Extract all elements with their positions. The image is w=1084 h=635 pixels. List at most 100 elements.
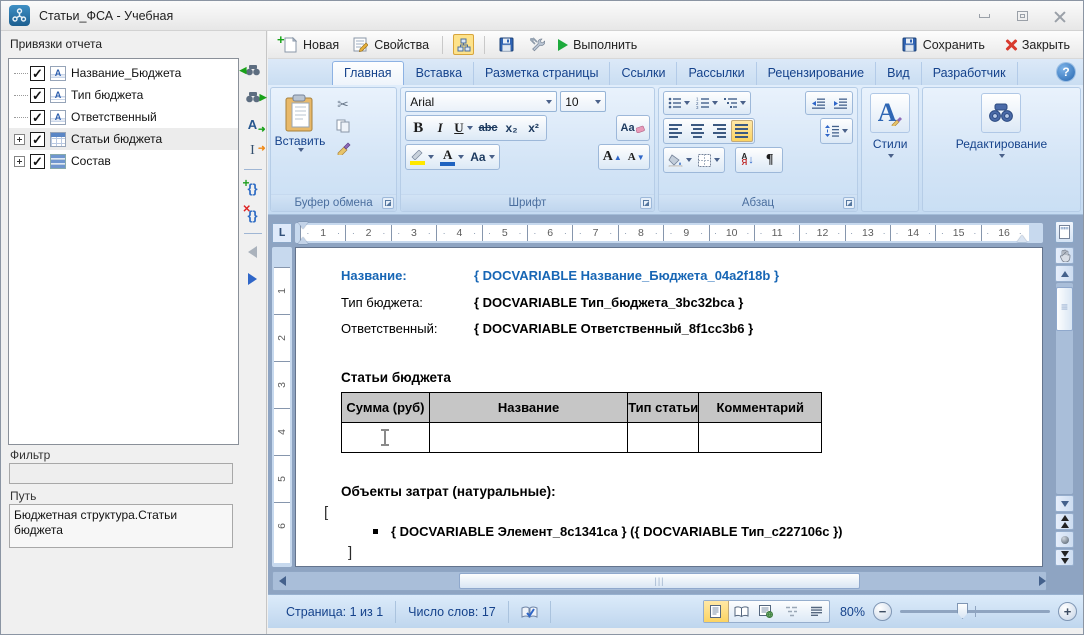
remove-field-button[interactable]: {}✕	[243, 206, 263, 224]
go-to-cursor-button[interactable]: I ➜	[243, 142, 263, 160]
next-page-button[interactable]	[1055, 549, 1074, 566]
expand-icon[interactable]	[14, 134, 25, 145]
align-left-button[interactable]	[665, 120, 687, 142]
checkbox[interactable]: ✓	[30, 110, 45, 125]
help-button[interactable]: ?	[1057, 63, 1075, 81]
highlight-button[interactable]	[407, 146, 437, 168]
draft-view-button[interactable]	[804, 601, 829, 622]
expand-icon[interactable]	[14, 156, 25, 167]
tab-vstavka[interactable]: Вставка	[405, 62, 474, 85]
tree-item-tip-budgeta[interactable]: ✓ A Тип бюджета	[9, 84, 238, 106]
dialog-launcher[interactable]	[843, 197, 855, 209]
outline-view-button[interactable]	[779, 601, 804, 622]
vertical-ruler[interactable]: 123456	[272, 247, 292, 567]
find-next-binding-button[interactable]: ▶	[243, 88, 263, 106]
save-template-button[interactable]	[495, 34, 518, 55]
dialog-launcher[interactable]	[640, 197, 652, 209]
pan-hand-button[interactable]	[1055, 247, 1074, 264]
subscript-button[interactable]: x₂	[501, 117, 523, 139]
first-line-indent-marker[interactable]	[298, 222, 308, 229]
copy-button[interactable]	[332, 116, 354, 136]
decrease-indent-button[interactable]	[807, 92, 829, 114]
horizontal-scrollbar[interactable]	[272, 571, 1047, 591]
scrollbar-track[interactable]	[1056, 283, 1073, 494]
new-button[interactable]: + Новая	[278, 34, 342, 55]
previous-page-button[interactable]	[1055, 513, 1074, 530]
close-button[interactable]: Закрыть	[1002, 36, 1073, 54]
tab-ssylki[interactable]: Ссылки	[610, 62, 677, 85]
paste-button[interactable]: Вставить	[275, 94, 325, 152]
show-marks-button[interactable]: ¶	[759, 149, 781, 171]
close-window-button[interactable]	[1049, 8, 1071, 23]
change-case-button[interactable]: Aa	[467, 146, 497, 168]
scroll-down-button[interactable]	[1055, 495, 1074, 512]
minimize-button[interactable]	[973, 8, 995, 23]
checkbox[interactable]: ✓	[30, 66, 45, 81]
format-painter-button[interactable]	[332, 138, 354, 158]
scroll-left-button[interactable]	[273, 572, 291, 590]
properties-button[interactable]: Свойства	[349, 34, 432, 55]
page-count-status[interactable]: Страница: 1 из 1	[274, 601, 396, 623]
zoom-slider-handle[interactable]	[957, 603, 968, 619]
underline-button[interactable]: U	[451, 117, 475, 139]
line-spacing-button[interactable]	[822, 120, 851, 142]
tab-razrabotchik[interactable]: Разработчик	[922, 62, 1018, 85]
hanging-indent-marker[interactable]	[298, 237, 308, 244]
filter-input[interactable]	[9, 463, 233, 484]
tab-rassylki[interactable]: Рассылки	[677, 62, 756, 85]
ruler-toggle-button[interactable]	[1055, 221, 1074, 243]
reading-view-button[interactable]	[729, 601, 754, 622]
align-center-button[interactable]	[687, 120, 709, 142]
checkbox[interactable]: ✓	[30, 88, 45, 103]
scrollbar-thumb[interactable]	[1056, 287, 1073, 331]
scroll-right-button[interactable]	[1028, 572, 1046, 590]
add-field-button[interactable]: {}+	[243, 179, 263, 197]
word-count-status[interactable]: Число слов: 17	[396, 601, 509, 623]
editing-button[interactable]: Редактирование	[923, 88, 1080, 211]
multilevel-list-button[interactable]	[721, 92, 749, 114]
checkbox[interactable]: ✓	[30, 132, 45, 147]
justify-button[interactable]	[731, 120, 753, 142]
scroll-up-button[interactable]	[1055, 265, 1074, 282]
horizontal-ruler[interactable]: ·1··2··3··4··5··6··7··8··9··10··11··12··…	[295, 223, 1043, 243]
back-button[interactable]	[243, 243, 263, 261]
grow-font-button[interactable]: A▲	[600, 146, 625, 168]
save-button[interactable]: Сохранить	[898, 34, 988, 55]
strikethrough-button[interactable]: abc	[476, 117, 501, 139]
dialog-launcher[interactable]	[382, 197, 394, 209]
increase-indent-button[interactable]	[829, 92, 851, 114]
font-size-select[interactable]: 10	[560, 91, 606, 112]
sort-button[interactable]: А Я ↓	[737, 149, 759, 171]
right-indent-marker[interactable]	[1017, 235, 1027, 242]
cut-button[interactable]: ✂	[332, 94, 354, 114]
zoom-in-button[interactable]: +	[1058, 602, 1077, 621]
tree-item-sostav[interactable]: ✓ Состав	[9, 150, 238, 172]
table-cell[interactable]	[699, 423, 822, 453]
table-cell[interactable]	[628, 423, 699, 453]
checkbox[interactable]: ✓	[30, 154, 45, 169]
font-name-select[interactable]: Arial	[405, 91, 557, 112]
spellcheck-status[interactable]	[509, 601, 551, 623]
document-page[interactable]: Название: { DOCVARIABLE Название_Бюджета…	[295, 247, 1043, 567]
shading-button[interactable]	[665, 149, 695, 171]
table-cell[interactable]	[342, 423, 430, 453]
web-layout-view-button[interactable]	[754, 601, 779, 622]
find-previous-binding-button[interactable]: ◀	[243, 61, 263, 79]
tab-stop-selector[interactable]: L	[272, 223, 292, 243]
align-right-button[interactable]	[709, 120, 731, 142]
find-text-button[interactable]: A ➜	[243, 115, 263, 133]
print-layout-view-button[interactable]	[704, 601, 729, 622]
superscript-button[interactable]: x²	[523, 117, 545, 139]
tools-button[interactable]	[525, 34, 548, 55]
tree-item-otvetstvennyj[interactable]: ✓ A Ответственный	[9, 106, 238, 128]
zoom-out-button[interactable]: −	[873, 602, 892, 621]
bindings-toggle-button[interactable]	[453, 34, 474, 55]
tree-item-nazvanie-budgeta[interactable]: ✓ A Название_Бюджета	[9, 62, 238, 84]
maximize-button[interactable]	[1011, 8, 1033, 23]
tab-recenzirovanie[interactable]: Рецензирование	[757, 62, 877, 85]
run-button[interactable]: Выполнить	[555, 36, 640, 54]
zoom-level[interactable]: 80%	[840, 605, 865, 619]
numbering-button[interactable]: 123	[693, 92, 721, 114]
tab-vid[interactable]: Вид	[876, 62, 922, 85]
zoom-slider[interactable]	[900, 610, 1050, 613]
